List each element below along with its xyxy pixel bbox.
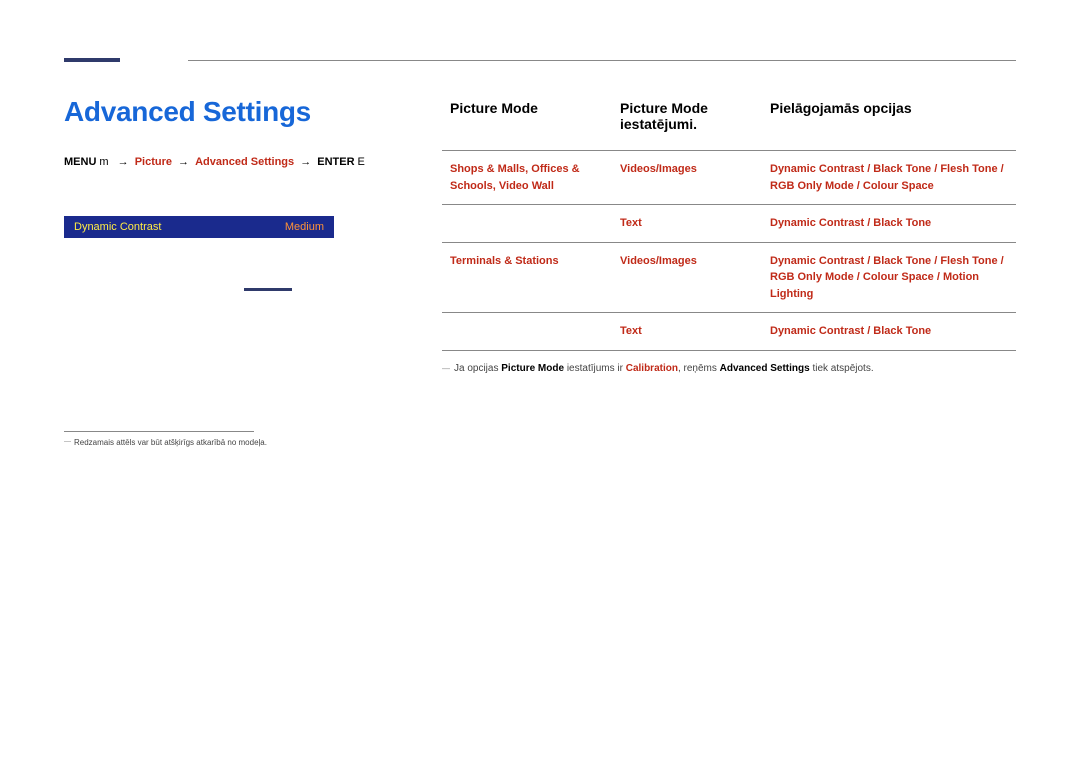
th-adjustable-options: Pielāgojamās opcijas xyxy=(762,96,1016,151)
bc-enter: ENTER xyxy=(317,156,354,168)
cell-env: Shops & Malls, Offices & Schools, Video … xyxy=(442,151,612,205)
cell-env xyxy=(442,205,612,243)
right-column: Picture Mode Picture Mode iestatējumi. P… xyxy=(442,96,1016,723)
cell-mode: Text xyxy=(612,205,762,243)
menu-row-label: Dynamic Contrast xyxy=(74,221,161,233)
cell-opts: Dynamic Contrast / Black Tone / Flesh To… xyxy=(762,151,1016,205)
th-picture-mode-setting: Picture Mode iestatējumi. xyxy=(612,96,762,151)
menu-row-dynamic-contrast[interactable]: Dynamic Contrast Medium xyxy=(64,216,334,238)
table-row: Shops & Malls, Offices & Schools, Video … xyxy=(442,151,1016,205)
page-content: Advanced Settings MENUm → Picture → Adva… xyxy=(64,96,1016,723)
bc-advanced: Advanced Settings xyxy=(195,156,294,168)
header-accent-bar xyxy=(64,58,120,62)
cell-mode: Videos/Images xyxy=(612,151,762,205)
menu-row-value: Medium xyxy=(285,221,324,233)
page-title: Advanced Settings xyxy=(64,96,404,128)
bc-enter-icon: E xyxy=(355,156,368,168)
table-row: Terminals & Stations Videos/Images Dynam… xyxy=(442,242,1016,313)
cell-opts: Dynamic Contrast / Black Tone / Flesh To… xyxy=(762,242,1016,313)
footnote-rule xyxy=(64,431,254,432)
bc-arrow-icon: m xyxy=(96,156,111,168)
table-row: Text Dynamic Contrast / Black Tone xyxy=(442,313,1016,351)
cell-env xyxy=(442,313,612,351)
options-table-body: Shops & Malls, Offices & Schools, Video … xyxy=(442,151,1016,351)
cell-mode: Videos/Images xyxy=(612,242,762,313)
accent-bar-small xyxy=(244,288,292,291)
bc-picture: Picture xyxy=(135,156,172,168)
left-column: Advanced Settings MENUm → Picture → Adva… xyxy=(64,96,404,723)
cell-opts: Dynamic Contrast / Black Tone xyxy=(762,313,1016,351)
table-row: Text Dynamic Contrast / Black Tone xyxy=(442,205,1016,243)
footnote-text: Redzamais attēls var būt atšķirīgs atkar… xyxy=(64,438,404,447)
header-rule xyxy=(188,60,1016,61)
osd-menu-preview: Dynamic Contrast Medium xyxy=(64,216,334,238)
cell-opts: Dynamic Contrast / Black Tone xyxy=(762,205,1016,243)
th-picture-mode: Picture Mode xyxy=(442,96,612,151)
cell-env: Terminals & Stations xyxy=(442,242,612,313)
bc-menu: MENU xyxy=(64,156,96,168)
cell-mode: Text xyxy=(612,313,762,351)
options-table: Picture Mode Picture Mode iestatējumi. P… xyxy=(442,96,1016,351)
note-calibration: Ja opcijas Picture Mode iestatījums ir C… xyxy=(442,363,1016,374)
breadcrumb: MENUm → Picture → Advanced Settings → EN… xyxy=(64,156,404,168)
